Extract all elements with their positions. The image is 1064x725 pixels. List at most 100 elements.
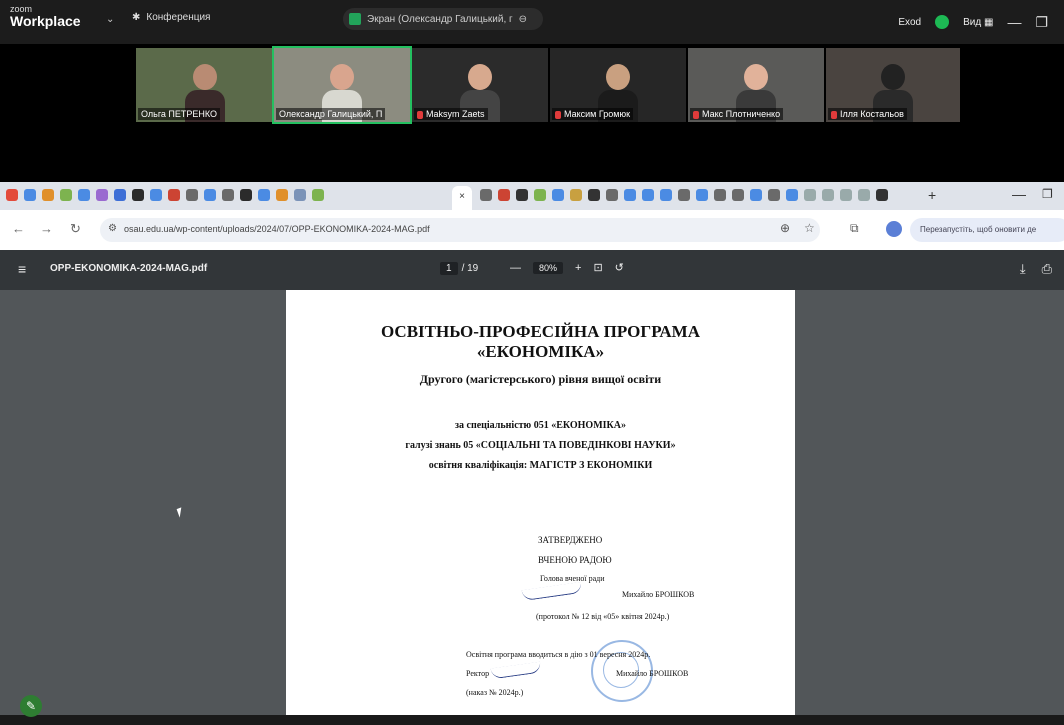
chevron-down-icon[interactable]: ⌄: [106, 14, 114, 25]
zoom-logo: zoom Workplace: [10, 5, 81, 29]
zoom-level[interactable]: 80%: [533, 261, 564, 274]
exit-label[interactable]: Exod: [898, 17, 921, 28]
tab-icon[interactable]: [750, 189, 762, 201]
page-number-input[interactable]: 1: [440, 262, 458, 275]
tab-icon[interactable]: [168, 189, 180, 201]
tab-icon[interactable]: [276, 189, 288, 201]
pdf-toolbar: ≡ OPP-EKONOMIKA-2024-MAG.pdf 1 / 19 — 80…: [0, 250, 1064, 290]
annotate-pen-icon[interactable]: ✎: [20, 695, 42, 717]
rector-label: Ректор: [466, 669, 490, 678]
site-info-icon[interactable]: ⚙: [108, 223, 117, 234]
tab-icon[interactable]: [570, 189, 582, 201]
participant-tile[interactable]: Maksym Zaets: [412, 48, 548, 122]
tab-icon[interactable]: [534, 189, 546, 201]
minimize-button[interactable]: —: [1007, 14, 1021, 30]
tab-icon[interactable]: [876, 189, 888, 201]
url-field[interactable]: ⚙ osau.edu.ua/wp-content/uploads/2024/07…: [100, 218, 820, 242]
participant-name: Максим Громюк: [552, 108, 634, 120]
extensions-icon[interactable]: ⧉: [850, 221, 859, 236]
mic-off-icon: [555, 110, 561, 119]
print-icon[interactable]: ⎙: [1042, 261, 1052, 277]
tab-active-close[interactable]: ×: [452, 186, 472, 210]
tab-icon[interactable]: [480, 189, 492, 201]
participant-tile[interactable]: Ілля Костальов: [826, 48, 960, 122]
download-icon[interactable]: ⤓: [1020, 261, 1026, 277]
participant-tile[interactable]: Ольга ПЕТРЕНКО: [136, 48, 274, 122]
zoom-logo-big: Workplace: [10, 13, 81, 29]
reload-icon[interactable]: ↻: [70, 221, 81, 237]
tab-icon[interactable]: [840, 189, 852, 201]
rotate-icon[interactable]: ↺: [615, 261, 624, 274]
participant-tile[interactable]: Макс Плотниченко: [688, 48, 824, 122]
tab-icon[interactable]: [42, 189, 54, 201]
tab-icon[interactable]: [312, 189, 324, 201]
tab-icon[interactable]: [204, 189, 216, 201]
tab-icon[interactable]: [96, 189, 108, 201]
view-button[interactable]: Вид ▦: [963, 17, 993, 28]
tab-favicons: [6, 189, 324, 201]
maximize-button[interactable]: ❐: [1035, 14, 1048, 31]
tab-icon[interactable]: [786, 189, 798, 201]
new-tab-button[interactable]: +: [928, 187, 936, 203]
bookmark-star-icon[interactable]: ☆: [804, 221, 815, 235]
pdf-viewer[interactable]: ОСВІТНЬО-ПРОФЕСІЙНА ПРОГРАМА «ЕКОНОМІКА»…: [0, 290, 1064, 715]
share-options-icon: ⊖: [518, 13, 528, 25]
bottom-bar: [0, 715, 1064, 725]
tab-icon[interactable]: [624, 189, 636, 201]
tab-icon[interactable]: [78, 189, 90, 201]
tab-icon[interactable]: [804, 189, 816, 201]
tab-icon[interactable]: [732, 189, 744, 201]
tab-icon[interactable]: [6, 189, 18, 201]
screen-share-indicator[interactable]: Экран (Олександр Галицький, г ⊖: [343, 8, 543, 30]
tab-icon[interactable]: [240, 189, 252, 201]
screen-share-icon: [349, 13, 361, 25]
profile-avatar[interactable]: [886, 221, 902, 237]
tab-icon[interactable]: [516, 189, 528, 201]
conference-menu[interactable]: ✱ Конференция: [132, 12, 210, 23]
tab-icon[interactable]: [714, 189, 726, 201]
tab-icon[interactable]: [696, 189, 708, 201]
tab-favicons-right: [480, 189, 888, 201]
grid-icon: ▦: [983, 16, 994, 28]
tab-icon[interactable]: [60, 189, 72, 201]
fit-page-icon[interactable]: ⊡: [593, 261, 602, 274]
participant-tile[interactable]: Максим Громюк: [550, 48, 686, 122]
zoom-in-button[interactable]: +: [575, 262, 581, 274]
tab-icon[interactable]: [294, 189, 306, 201]
tab-icon[interactable]: [150, 189, 162, 201]
participant-strip: Ольга ПЕТРЕНКО Олександр Галицький, П Ma…: [0, 44, 1064, 182]
mouse-cursor-icon: [176, 507, 185, 518]
update-button[interactable]: Перезапустіть, щоб оновити де: [910, 218, 1064, 242]
tab-icon[interactable]: [186, 189, 198, 201]
zoom-title-bar: zoom Workplace ⌄ ✱ Конференция Экран (Ол…: [0, 0, 1064, 44]
doc-subtitle: Другого (магістерського) рівня вищої осв…: [419, 372, 662, 386]
tab-icon[interactable]: [660, 189, 672, 201]
tab-icon[interactable]: [552, 189, 564, 201]
forward-icon[interactable]: →: [40, 221, 53, 236]
tab-icon[interactable]: [768, 189, 780, 201]
zoom-icon[interactable]: ⊕: [780, 221, 790, 235]
tab-icon[interactable]: [588, 189, 600, 201]
order-line: (наказ № 2024р.): [466, 688, 524, 697]
tab-icon[interactable]: [678, 189, 690, 201]
minimize-button[interactable]: —: [1012, 186, 1026, 202]
tab-icon[interactable]: [114, 189, 126, 201]
restore-button[interactable]: ❐: [1042, 187, 1053, 201]
tab-icon[interactable]: [24, 189, 36, 201]
participant-tile[interactable]: Олександр Галицький, П: [272, 46, 412, 124]
zoom-out-button[interactable]: —: [510, 262, 521, 274]
doc-title-line1: ОСВІТНЬО-ПРОФЕСІЙНА ПРОГРАМА: [380, 322, 701, 341]
participant-name: Ольга ПЕТРЕНКО: [138, 108, 221, 120]
tab-icon[interactable]: [606, 189, 618, 201]
tab-icon[interactable]: [858, 189, 870, 201]
tab-icon[interactable]: [498, 189, 510, 201]
tab-icon[interactable]: [258, 189, 270, 201]
pdf-file-name: OPP-EKONOMIKA-2024-MAG.pdf: [50, 263, 208, 274]
back-icon[interactable]: ←: [12, 221, 25, 236]
tab-icon[interactable]: [222, 189, 234, 201]
protocol-line: (протокол № 12 від «05» квітня 2024р.): [536, 612, 670, 621]
tab-icon[interactable]: [642, 189, 654, 201]
tab-icon[interactable]: [822, 189, 834, 201]
menu-icon[interactable]: ≡: [18, 261, 26, 277]
tab-icon[interactable]: [132, 189, 144, 201]
